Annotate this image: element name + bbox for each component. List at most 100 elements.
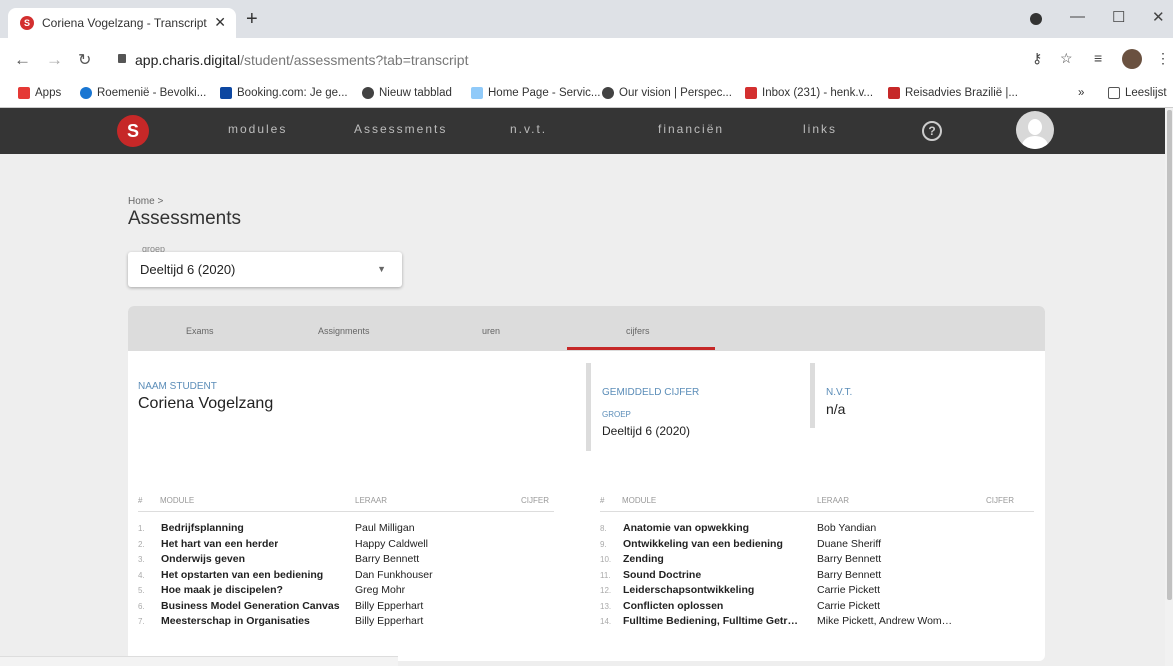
teacher-name: Paul Milligan: [355, 522, 415, 534]
app-header: S modules Assessments n.v.t. financiën l…: [0, 108, 1165, 154]
nav-modules[interactable]: modules: [228, 122, 287, 136]
close-tab-icon[interactable]: ✕: [214, 14, 226, 31]
tab-uren[interactable]: uren: [482, 326, 500, 336]
nav-nvt[interactable]: n.v.t.: [510, 122, 547, 136]
tab-cijfers[interactable]: cijfers: [626, 326, 650, 336]
browser-tab[interactable]: S Coriena Vogelzang - Transcript ✕: [8, 8, 236, 38]
reading-list-icon: [1108, 87, 1120, 99]
teacher-name: Barry Bennett: [355, 553, 420, 565]
table-row[interactable]: 1. Bedrijfsplanning Paul Milligan: [138, 522, 568, 536]
teacher-name: Greg Mohr: [355, 584, 406, 596]
tab-assignments[interactable]: Assignments: [318, 326, 370, 336]
tab-exams[interactable]: Exams: [186, 326, 214, 336]
bookmark-item[interactable]: Roemenië - Bevolki...: [80, 87, 206, 99]
apps-grid-icon: [18, 87, 30, 99]
maximize-icon[interactable]: ☐: [1112, 8, 1125, 26]
tab-title: Coriena Vogelzang - Transcript: [42, 16, 207, 30]
page-title: Assessments: [128, 208, 241, 229]
row-number: 4.: [138, 570, 145, 580]
scrollbar-thumb[interactable]: [1167, 110, 1172, 600]
nav-assessments[interactable]: Assessments: [354, 122, 447, 136]
bookmark-apps[interactable]: Apps: [18, 87, 61, 99]
table-row[interactable]: 8. Anatomie van opwekking Bob Yandian: [600, 522, 1030, 536]
table-row[interactable]: 13. Conflicten oplossen Carrie Pickett: [600, 600, 1030, 614]
header-divider: [138, 511, 554, 512]
table-row[interactable]: 9. Ontwikkeling van een bediening Duane Sh…: [600, 538, 1030, 552]
help-icon[interactable]: ?: [922, 121, 942, 141]
table-row[interactable]: 6. Business Model Generation Canvas Billy …: [138, 600, 568, 614]
table-row[interactable]: 4. Het opstarten van een bediening Dan Fun…: [138, 569, 568, 583]
table-row[interactable]: 12. Leiderschapsontwikkeling Carrie Picket…: [600, 584, 1030, 598]
key-icon[interactable]: ⚷: [1032, 50, 1042, 67]
col-teacher: LERAAR: [817, 496, 850, 505]
bookmark-item[interactable]: Nieuw tabblad: [362, 87, 452, 99]
module-name: Het opstarten van een bediening: [161, 568, 324, 581]
status-bar: [0, 656, 398, 666]
charis-favicon-icon: S: [20, 16, 34, 30]
nav-financien[interactable]: financiën: [658, 122, 724, 136]
reading-list[interactable]: Leeslijst: [1108, 87, 1167, 99]
bookmark-item[interactable]: Booking.com: Je ge...: [220, 87, 348, 99]
teacher-name: Duane Sheriff: [817, 537, 882, 550]
media-icon[interactable]: ≡: [1094, 50, 1102, 66]
row-number: 2.: [138, 539, 145, 549]
student-name-label: NAAM STUDENT: [138, 381, 217, 392]
reload-icon[interactable]: ↻: [78, 50, 91, 70]
row-number: 5.: [138, 586, 145, 595]
row-number: 11.: [600, 570, 611, 580]
module-name: Business Model Generation Canvas: [161, 599, 340, 612]
row-number: 10.: [600, 555, 612, 564]
forward-icon[interactable]: →: [46, 50, 63, 70]
nvt-value: n/a: [826, 401, 846, 417]
module-name: Fulltime Bediening, Fulltime Getr…: [623, 615, 799, 627]
col-grade: CIJFER: [986, 496, 1014, 505]
booking-icon: [220, 87, 232, 99]
module-name: Bedrijfsplanning: [161, 522, 244, 534]
user-avatar[interactable]: [1016, 111, 1054, 149]
profile-avatar[interactable]: [1122, 49, 1142, 69]
url-host: app.charis.digital: [135, 52, 241, 68]
url-field[interactable]: app.charis.digital/student/assessments?t…: [115, 47, 1045, 73]
bookmark-item[interactable]: Reisadvies Brazilië |...: [888, 87, 1018, 99]
charis-logo[interactable]: S: [117, 115, 149, 147]
table-row[interactable]: 14. Fulltime Bediening, Fulltime Getr… Mik…: [600, 615, 1030, 629]
bookmark-label: Roemenië - Bevolki...: [97, 87, 207, 99]
bookmark-label: Our vision | Perspec...: [619, 87, 732, 99]
teacher-name: Barry Bennett: [817, 553, 882, 565]
table-row[interactable]: 2. Het hart van een herder Happy Caldwell: [138, 538, 568, 552]
bookmark-item[interactable]: Home Page - Servic...: [471, 87, 600, 99]
more-bookmarks-icon[interactable]: »: [1078, 87, 1084, 99]
table-row[interactable]: 5. Hoe maak je discipelen? Greg Mohr: [138, 584, 568, 598]
row-number: 13.: [600, 601, 612, 611]
record-icon[interactable]: [1030, 13, 1042, 25]
new-tab-icon[interactable]: +: [246, 8, 258, 31]
table-row[interactable]: 11. Sound Doctrine Barry Bennett: [600, 569, 1030, 583]
bookmark-label: Apps: [35, 87, 62, 99]
window-close-icon[interactable]: ✕: [1152, 8, 1165, 26]
table-row[interactable]: 7. Meesterschap in Organisaties Billy Eppe…: [138, 615, 568, 629]
browser-menu-icon[interactable]: ⋮: [1156, 50, 1170, 67]
module-name: Conflicten oplossen: [623, 599, 724, 612]
back-icon[interactable]: ←: [14, 50, 31, 70]
group-label: GROEP: [602, 410, 631, 419]
chevron-down-icon: ▼: [377, 264, 386, 274]
star-icon[interactable]: ☆: [1060, 50, 1073, 67]
module-name: Onderwijs geven: [161, 553, 246, 565]
nav-links[interactable]: links: [803, 122, 837, 136]
bookmark-item[interactable]: Inbox (231) - henk.v...: [745, 87, 873, 99]
group-select[interactable]: Deeltijd 6 (2020) ▼: [128, 252, 402, 287]
minimize-icon[interactable]: —: [1070, 8, 1085, 25]
bookmark-item[interactable]: Our vision | Perspec...: [602, 87, 732, 99]
col-module: MODULE: [160, 496, 195, 505]
flag-icon: [888, 87, 900, 99]
teacher-name: Bob Yandian: [817, 522, 877, 534]
gmail-icon: [745, 87, 757, 99]
teacher-name: Billy Epperhart: [355, 599, 424, 612]
transcript-card: Exams Assignments uren cijfers NAAM STUD…: [128, 306, 1045, 661]
table-row[interactable]: 3. Onderwijs geven Barry Bennett: [138, 553, 568, 567]
bookmark-label: Booking.com: Je ge...: [237, 87, 348, 99]
module-name: Zending: [623, 553, 664, 565]
table-row[interactable]: 10. Zending Barry Bennett: [600, 553, 1030, 567]
breadcrumb[interactable]: Home >: [128, 196, 163, 207]
teacher-name: Carrie Pickett: [817, 599, 881, 612]
